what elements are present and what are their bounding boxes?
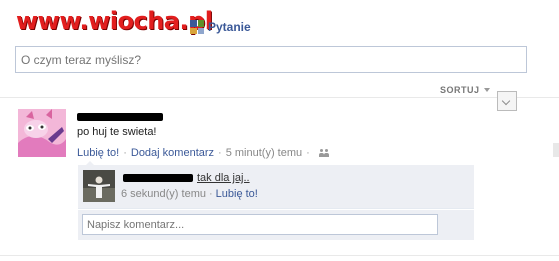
watermark-logo: www.wiocha.pl xyxy=(16,7,213,35)
comment-text: tak dla jaj.. xyxy=(197,172,250,184)
question-tab[interactable]: Pytanie xyxy=(190,20,251,34)
comment-input-area xyxy=(78,210,474,240)
separator-dot: · xyxy=(208,188,213,200)
question-icon xyxy=(190,20,204,34)
separator-dot: · xyxy=(218,147,222,159)
friends-icon[interactable] xyxy=(318,149,329,157)
comment-like-button[interactable]: Lubię to! xyxy=(216,188,258,200)
sort-button[interactable]: SORTUJ xyxy=(440,85,480,95)
comment-timestamp[interactable]: 6 sekund(y) temu xyxy=(121,188,206,200)
question-label: Pytanie xyxy=(208,20,251,34)
sort-arrow-icon[interactable] xyxy=(484,88,490,92)
comment-item: tak dla jaj.. 6 sekund(y) temu · Lubię to! xyxy=(78,161,474,209)
status-input[interactable] xyxy=(15,46,527,73)
separator-dot: · xyxy=(306,147,310,159)
comment-input[interactable] xyxy=(82,214,438,235)
post-meta: Lubię to! · Dodaj komentarz · 5 minut(y)… xyxy=(77,147,329,159)
divider xyxy=(0,255,559,256)
post-options-chevron-icon[interactable] xyxy=(497,91,517,111)
add-comment-button[interactable]: Dodaj komentarz xyxy=(131,147,214,159)
like-button[interactable]: Lubię to! xyxy=(77,147,119,159)
post-timestamp[interactable]: 5 minut(y) temu xyxy=(226,147,302,159)
redacted-author-name xyxy=(77,113,163,121)
redacted-commenter-name xyxy=(123,174,193,182)
divider xyxy=(0,97,559,98)
separator-dot: · xyxy=(123,147,127,159)
commenter-avatar[interactable] xyxy=(83,170,115,202)
scrollbar-tab[interactable] xyxy=(553,143,559,157)
avatar[interactable] xyxy=(18,109,66,157)
post-text: po huj te swieta! xyxy=(77,126,157,138)
comment-meta: 6 sekund(y) temu · Lubię to! xyxy=(121,188,258,200)
